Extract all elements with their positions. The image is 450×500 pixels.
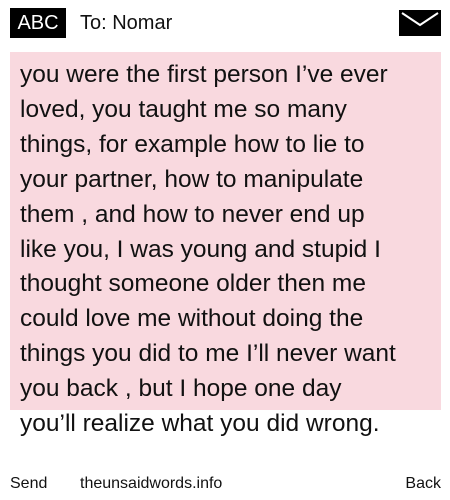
bottom-bar: Send theunsaidwords.info Back — [0, 470, 450, 500]
envelope-icon[interactable] — [399, 10, 441, 36]
recipient-label: To: Nomar — [80, 12, 173, 34]
site-link[interactable]: theunsaidwords.info — [80, 470, 222, 498]
message-header: ABC To: Nomar — [0, 0, 450, 44]
send-button[interactable]: Send — [10, 470, 47, 498]
message-body: you were the first person I’ve ever love… — [20, 61, 396, 438]
back-button[interactable]: Back — [405, 470, 441, 498]
abc-badge[interactable]: ABC — [10, 8, 66, 38]
